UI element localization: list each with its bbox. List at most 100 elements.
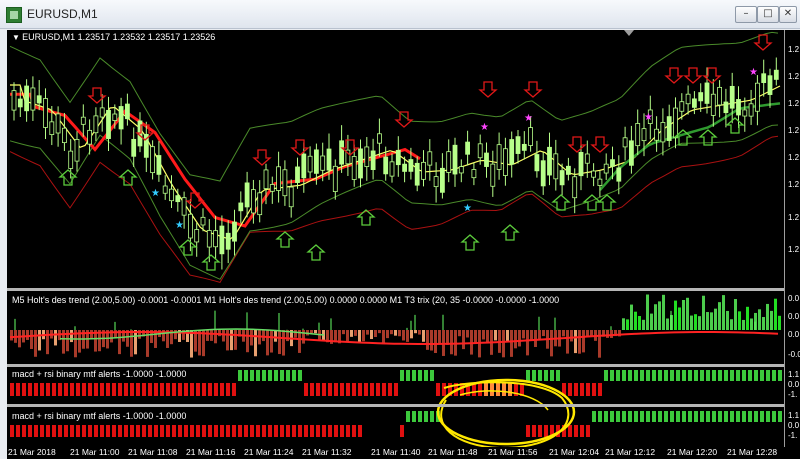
alert-bar-green	[652, 411, 656, 422]
histogram-bar	[646, 294, 649, 330]
alert-bar-red	[190, 425, 194, 437]
alert-bar-green	[262, 370, 266, 381]
collapse-triangle-icon[interactable]: ▼	[12, 33, 22, 42]
panel-separator[interactable]	[7, 288, 784, 291]
alert-bar-green	[718, 370, 722, 381]
alert-bar-red	[310, 383, 314, 396]
panel-separator[interactable]	[7, 404, 784, 407]
histogram-bar	[46, 330, 49, 355]
alert-bar-red	[184, 425, 188, 437]
alert-bar-red	[256, 425, 260, 437]
alert-bar-green	[628, 370, 632, 381]
alert-bar-red	[262, 425, 266, 437]
alert-bar-red	[334, 425, 338, 437]
alert-bar-red	[304, 425, 308, 437]
panel-scale-label: 0.0	[788, 330, 800, 339]
histogram-bar	[774, 298, 777, 330]
down-arrow-icon	[567, 136, 587, 153]
histogram-bar	[302, 330, 305, 344]
alert-bar-green	[622, 411, 626, 422]
histogram-bar	[686, 297, 689, 330]
candle-body	[80, 116, 86, 125]
candle-body	[250, 189, 256, 214]
candle-body	[125, 103, 130, 120]
candle-body	[408, 159, 414, 172]
histogram-bar	[550, 330, 553, 357]
candle-body	[200, 216, 206, 226]
panel-scale-label: -1.	[788, 431, 798, 440]
alert-bar-green	[592, 411, 596, 422]
price-tick-label: 1.2	[788, 45, 800, 54]
alert-bar-red	[94, 383, 98, 396]
histogram-bar	[462, 330, 465, 350]
candle-body	[641, 128, 647, 142]
alert-bar-red	[352, 425, 356, 437]
candle-body	[150, 146, 156, 174]
alert-bar-red	[568, 425, 572, 437]
alert-bar-red	[496, 383, 500, 396]
alert-bar-green	[658, 370, 662, 381]
star-marker-icon: ★	[463, 203, 472, 214]
alert-bar-red	[190, 383, 194, 396]
candle-body	[376, 133, 382, 144]
alert-bar-green	[718, 411, 722, 422]
up-arrow-icon	[201, 254, 221, 271]
candle-body	[206, 230, 212, 248]
histogram-bar	[638, 316, 641, 330]
candle-body	[282, 169, 288, 197]
histogram-bar	[502, 330, 505, 358]
histogram-bar	[778, 315, 781, 330]
price-tick-label: 1.2	[788, 126, 800, 135]
histogram-bar	[514, 330, 517, 349]
alert-bar-red	[88, 383, 92, 396]
alert-bar-red	[304, 383, 308, 396]
alert-bar-green	[274, 370, 278, 381]
alert-bar-green	[280, 370, 284, 381]
alert-bar-red	[52, 383, 56, 396]
histogram-bar	[366, 330, 369, 335]
star-marker-icon: ★	[151, 188, 160, 199]
alert-bar-green	[652, 370, 656, 381]
candle-body	[263, 169, 269, 189]
candle-body	[710, 93, 716, 116]
alert-bar-green	[706, 370, 710, 381]
alert-bar-green	[400, 370, 404, 381]
alert-bar-red	[82, 383, 86, 396]
alert-bar-red	[88, 425, 92, 437]
alert-bar-red	[64, 383, 68, 396]
candle-body	[559, 170, 565, 186]
histogram-bar	[38, 330, 41, 351]
candle-body	[49, 121, 55, 135]
candle-body	[87, 129, 92, 145]
candle-body	[471, 169, 477, 179]
histogram-bar	[34, 330, 37, 357]
price-tick-label: 1.2	[788, 72, 800, 81]
panel-scale-label: 0.0	[788, 380, 800, 389]
histogram-bar	[222, 330, 225, 342]
alert-bar-green	[736, 370, 740, 381]
candle-body	[383, 156, 389, 175]
alert-bar-red	[112, 425, 116, 437]
panel-separator[interactable]	[7, 364, 784, 367]
alert-bar-green	[424, 411, 428, 422]
alert-bar-red	[508, 383, 512, 396]
alert-bar-red	[442, 383, 446, 396]
histogram-bar	[598, 330, 601, 358]
alert-bar-red	[214, 425, 218, 437]
alert-bar-red	[568, 383, 572, 396]
candle-body	[313, 149, 319, 174]
candle-body	[465, 141, 471, 155]
alert-bar-red	[586, 383, 590, 396]
time-label: 21 Mar 11:00	[70, 447, 120, 457]
alert-bar-red	[148, 425, 152, 437]
star-marker-icon: ★	[480, 122, 489, 133]
alert-bar-green	[544, 370, 548, 381]
histogram-bar	[570, 330, 573, 342]
alert-bar-red	[376, 383, 380, 396]
candle-body	[414, 162, 420, 186]
price-tick-label: 1.2	[788, 245, 800, 254]
histogram-bar	[426, 330, 429, 350]
alert-bar-red	[16, 383, 20, 396]
alert-bar-red	[172, 383, 176, 396]
candle-body	[723, 101, 729, 114]
